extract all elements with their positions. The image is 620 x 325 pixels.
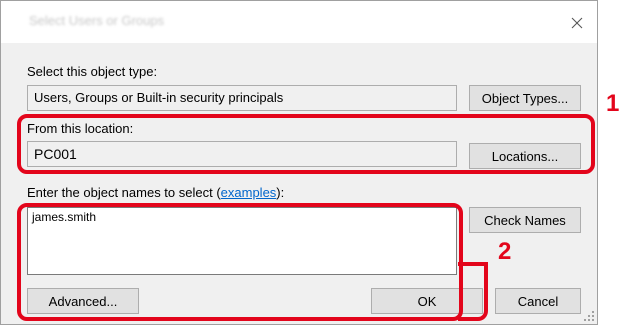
close-button[interactable] [563, 9, 591, 37]
callout-number-2: 2 [498, 238, 512, 265]
cancel-button[interactable]: Cancel [495, 288, 581, 314]
close-icon [571, 17, 583, 29]
callout-box-1 [17, 114, 595, 174]
object-names-label-suffix: ): [276, 185, 285, 200]
object-types-button[interactable]: Object Types... [469, 85, 581, 111]
object-type-label: Select this object type: [27, 64, 158, 79]
check-names-button[interactable]: Check Names [469, 207, 581, 233]
callout-box-2-right [458, 262, 488, 321]
object-names-label: Enter the object names to select (exampl… [27, 185, 284, 200]
examples-link[interactable]: examples [221, 185, 277, 200]
object-type-field: Users, Groups or Built-in security princ… [27, 85, 457, 111]
resize-grip-icon[interactable] [584, 311, 594, 321]
callout-box-2-left [17, 203, 463, 321]
object-names-label-prefix: Enter the object names to select ( [27, 185, 221, 200]
dialog-title: Select Users or Groups [29, 13, 165, 28]
callout-number-1: 1 [606, 90, 620, 117]
title-bar: Select Users or Groups [1, 1, 597, 43]
